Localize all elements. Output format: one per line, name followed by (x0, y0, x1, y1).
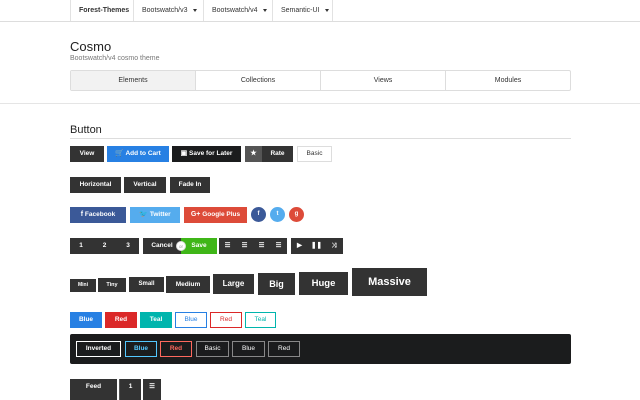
inverted-blue-button[interactable]: Blue (125, 341, 157, 357)
or-divider: or (176, 241, 186, 251)
number-button-1[interactable]: 1 (70, 238, 92, 254)
align-justify-button[interactable]: ☰ (270, 238, 287, 254)
inverted-basic-button[interactable]: Basic (196, 341, 229, 357)
tab-menu: Elements Collections Views Modules (70, 70, 571, 91)
nav-label: Bootswatch/v3 (142, 7, 188, 14)
twitter-icon: 🐦 (139, 211, 149, 218)
save-for-later-button[interactable]: ▣ Save for Later (172, 146, 241, 162)
facebook-button[interactable]: f Facebook (70, 207, 126, 223)
shuffle-icon: ⤨ (331, 242, 337, 249)
top-navbar: Forest-Themes Bootswatch/v3 Bootswatch/v… (0, 0, 640, 22)
button-label: Save for Later (189, 150, 233, 157)
basic-red-button[interactable]: Red (210, 312, 242, 328)
page-subtitle: Bootswatch/v4 cosmo theme (70, 55, 160, 62)
button-label: Google Plus (202, 211, 241, 218)
nav-dropdown-bootswatch-v4[interactable]: Bootswatch/v4 (203, 0, 272, 21)
blue-button[interactable]: Blue (70, 312, 102, 328)
caret-down-icon (324, 8, 329, 12)
horizontal-button[interactable]: Horizontal (70, 177, 121, 193)
number-button-2[interactable]: 2 (92, 238, 117, 254)
vertical-button[interactable]: Vertical (124, 177, 166, 193)
nav-dropdown-semantic-ui[interactable]: Semantic-UI (272, 0, 333, 21)
tab-modules[interactable]: Modules (446, 71, 570, 90)
page-title: Cosmo (70, 39, 112, 54)
divider (0, 103, 640, 104)
button-label: Twitter (149, 211, 171, 218)
button-label: Add to Cart (125, 150, 161, 157)
tab-collections[interactable]: Collections (196, 71, 321, 90)
feed-button[interactable]: Feed (70, 379, 117, 400)
align-left-icon: ☰ (224, 242, 231, 249)
twitter-button[interactable]: 🐦 Twitter (130, 207, 180, 223)
nav-label: Bootswatch/v4 (212, 7, 258, 14)
nav-dropdown-bootswatch-v3[interactable]: Bootswatch/v3 (133, 0, 203, 21)
cart-icon: 🛒 (115, 150, 124, 157)
number-button-3[interactable]: 3 (117, 238, 139, 254)
red-button[interactable]: Red (105, 312, 137, 328)
tiny-button[interactable]: Tiny (98, 278, 126, 292)
inverted-basic-blue-button[interactable]: Blue (232, 341, 265, 357)
button-label: Facebook (84, 211, 116, 218)
teal-button[interactable]: Teal (140, 312, 172, 328)
small-button[interactable]: Small (129, 277, 164, 292)
massive-button[interactable]: Massive (352, 268, 427, 296)
inverted-segment: Inverted Blue Red Basic Blue Red (70, 334, 571, 364)
play-button[interactable]: ▶ (291, 238, 308, 254)
tab-elements[interactable]: Elements (71, 71, 196, 90)
count-label[interactable]: 1 (119, 379, 141, 400)
mini-button[interactable]: Mini (70, 279, 96, 292)
google-plus-icon: g (294, 211, 299, 217)
twitter-icon: t (276, 211, 279, 217)
twitter-circle-button[interactable]: t (270, 207, 285, 222)
facebook-icon: f (80, 211, 84, 218)
inverted-button[interactable]: Inverted (76, 341, 121, 357)
google-plus-button[interactable]: G+ Google Plus (184, 207, 247, 223)
shuffle-button[interactable]: ⤨ (325, 238, 343, 254)
rate-button[interactable]: Rate (262, 146, 293, 162)
huge-button[interactable]: Huge (299, 272, 348, 295)
inverted-red-button[interactable]: Red (160, 341, 192, 357)
caret-down-icon (262, 8, 267, 12)
pause-icon: ❚❚ (311, 242, 322, 249)
section-divider (70, 138, 571, 139)
google-plus-circle-button[interactable]: g (289, 207, 304, 222)
list-icon: ☰ (149, 383, 155, 390)
align-center-icon: ☰ (241, 242, 248, 249)
list-icon-button[interactable]: ☰ (143, 379, 161, 400)
caret-down-icon (192, 8, 197, 12)
pause-button[interactable]: ❚❚ (308, 238, 325, 254)
play-icon: ▶ (297, 242, 302, 249)
nav-label: Semantic-UI (281, 7, 320, 14)
inverted-basic-red-button[interactable]: Red (268, 341, 300, 357)
align-right-icon: ☰ (258, 242, 265, 249)
basic-teal-button[interactable]: Teal (245, 312, 276, 328)
large-button[interactable]: Large (213, 274, 254, 294)
align-center-button[interactable]: ☰ (236, 238, 253, 254)
tab-views[interactable]: Views (321, 71, 446, 90)
star-icon-button[interactable]: ★ (245, 146, 262, 162)
section-title: Button (70, 124, 102, 136)
align-right-button[interactable]: ☰ (253, 238, 270, 254)
save-button[interactable]: Save (181, 238, 217, 254)
align-justify-icon: ☰ (275, 242, 282, 249)
fade-in-button[interactable]: Fade In (170, 177, 210, 193)
floppy-disk-icon: ▣ (180, 150, 188, 157)
big-button[interactable]: Big (258, 273, 295, 295)
basic-blue-button[interactable]: Blue (175, 312, 207, 328)
facebook-circle-button[interactable]: f (251, 207, 266, 222)
brand-link[interactable]: Forest-Themes (70, 0, 133, 21)
view-button[interactable]: View (70, 146, 104, 162)
add-to-cart-button[interactable]: 🛒 Add to Cart (107, 146, 169, 162)
basic-button[interactable]: Basic (297, 146, 332, 162)
align-left-button[interactable]: ☰ (219, 238, 236, 254)
medium-button[interactable]: Medium (166, 276, 210, 293)
star-icon: ★ (250, 150, 257, 157)
google-plus-icon: G+ (190, 211, 201, 218)
facebook-icon: f (257, 211, 260, 217)
